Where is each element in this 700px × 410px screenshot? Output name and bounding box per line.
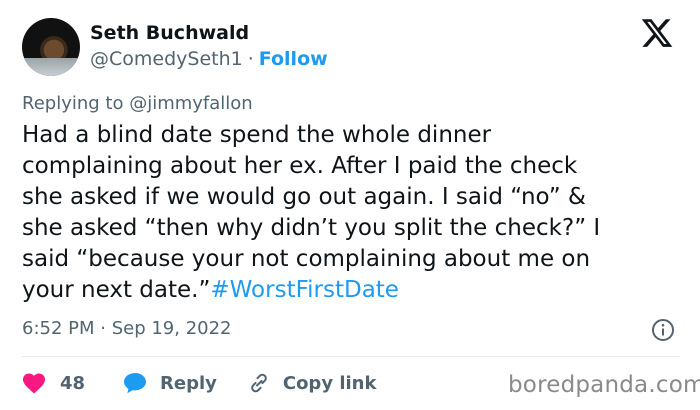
author-display-name[interactable]: Seth Buchwald	[90, 22, 249, 44]
follow-button[interactable]: Follow	[259, 48, 328, 70]
copy-link-button[interactable]: Copy link	[247, 371, 377, 395]
tweet-text: Had a blind date spend the whole dinner …	[22, 122, 601, 303]
replying-to: Replying to @jimmyfallon	[22, 93, 253, 114]
author-handle-line: @ComedySeth1 · Follow	[90, 48, 328, 70]
like-button[interactable]: 48	[22, 372, 92, 394]
reply-bubble-icon	[124, 373, 146, 394]
tweet-timestamp[interactable]: 6:52 PM · Sep 19, 2022	[22, 318, 232, 339]
x-logo-icon[interactable]	[640, 16, 674, 50]
action-bar: 48 Reply Copy link	[22, 368, 376, 398]
link-icon	[251, 373, 267, 393]
reply-label: Reply	[160, 372, 217, 394]
divider	[22, 356, 680, 357]
hashtag-link[interactable]: #WorstFirstDate	[210, 277, 399, 303]
boredpanda-watermark: boredpanda.com	[508, 372, 700, 398]
like-count: 48	[60, 372, 86, 394]
avatar[interactable]	[22, 18, 80, 76]
tweet-body: Had a blind date spend the whole dinner …	[22, 120, 682, 306]
info-icon[interactable]	[651, 318, 675, 342]
heart-icon	[23, 373, 45, 394]
reply-button[interactable]: Reply	[122, 371, 217, 395]
copy-link-label: Copy link	[282, 372, 377, 394]
author-handle[interactable]: @ComedySeth1	[90, 48, 243, 70]
separator-dot: ·	[247, 48, 254, 70]
